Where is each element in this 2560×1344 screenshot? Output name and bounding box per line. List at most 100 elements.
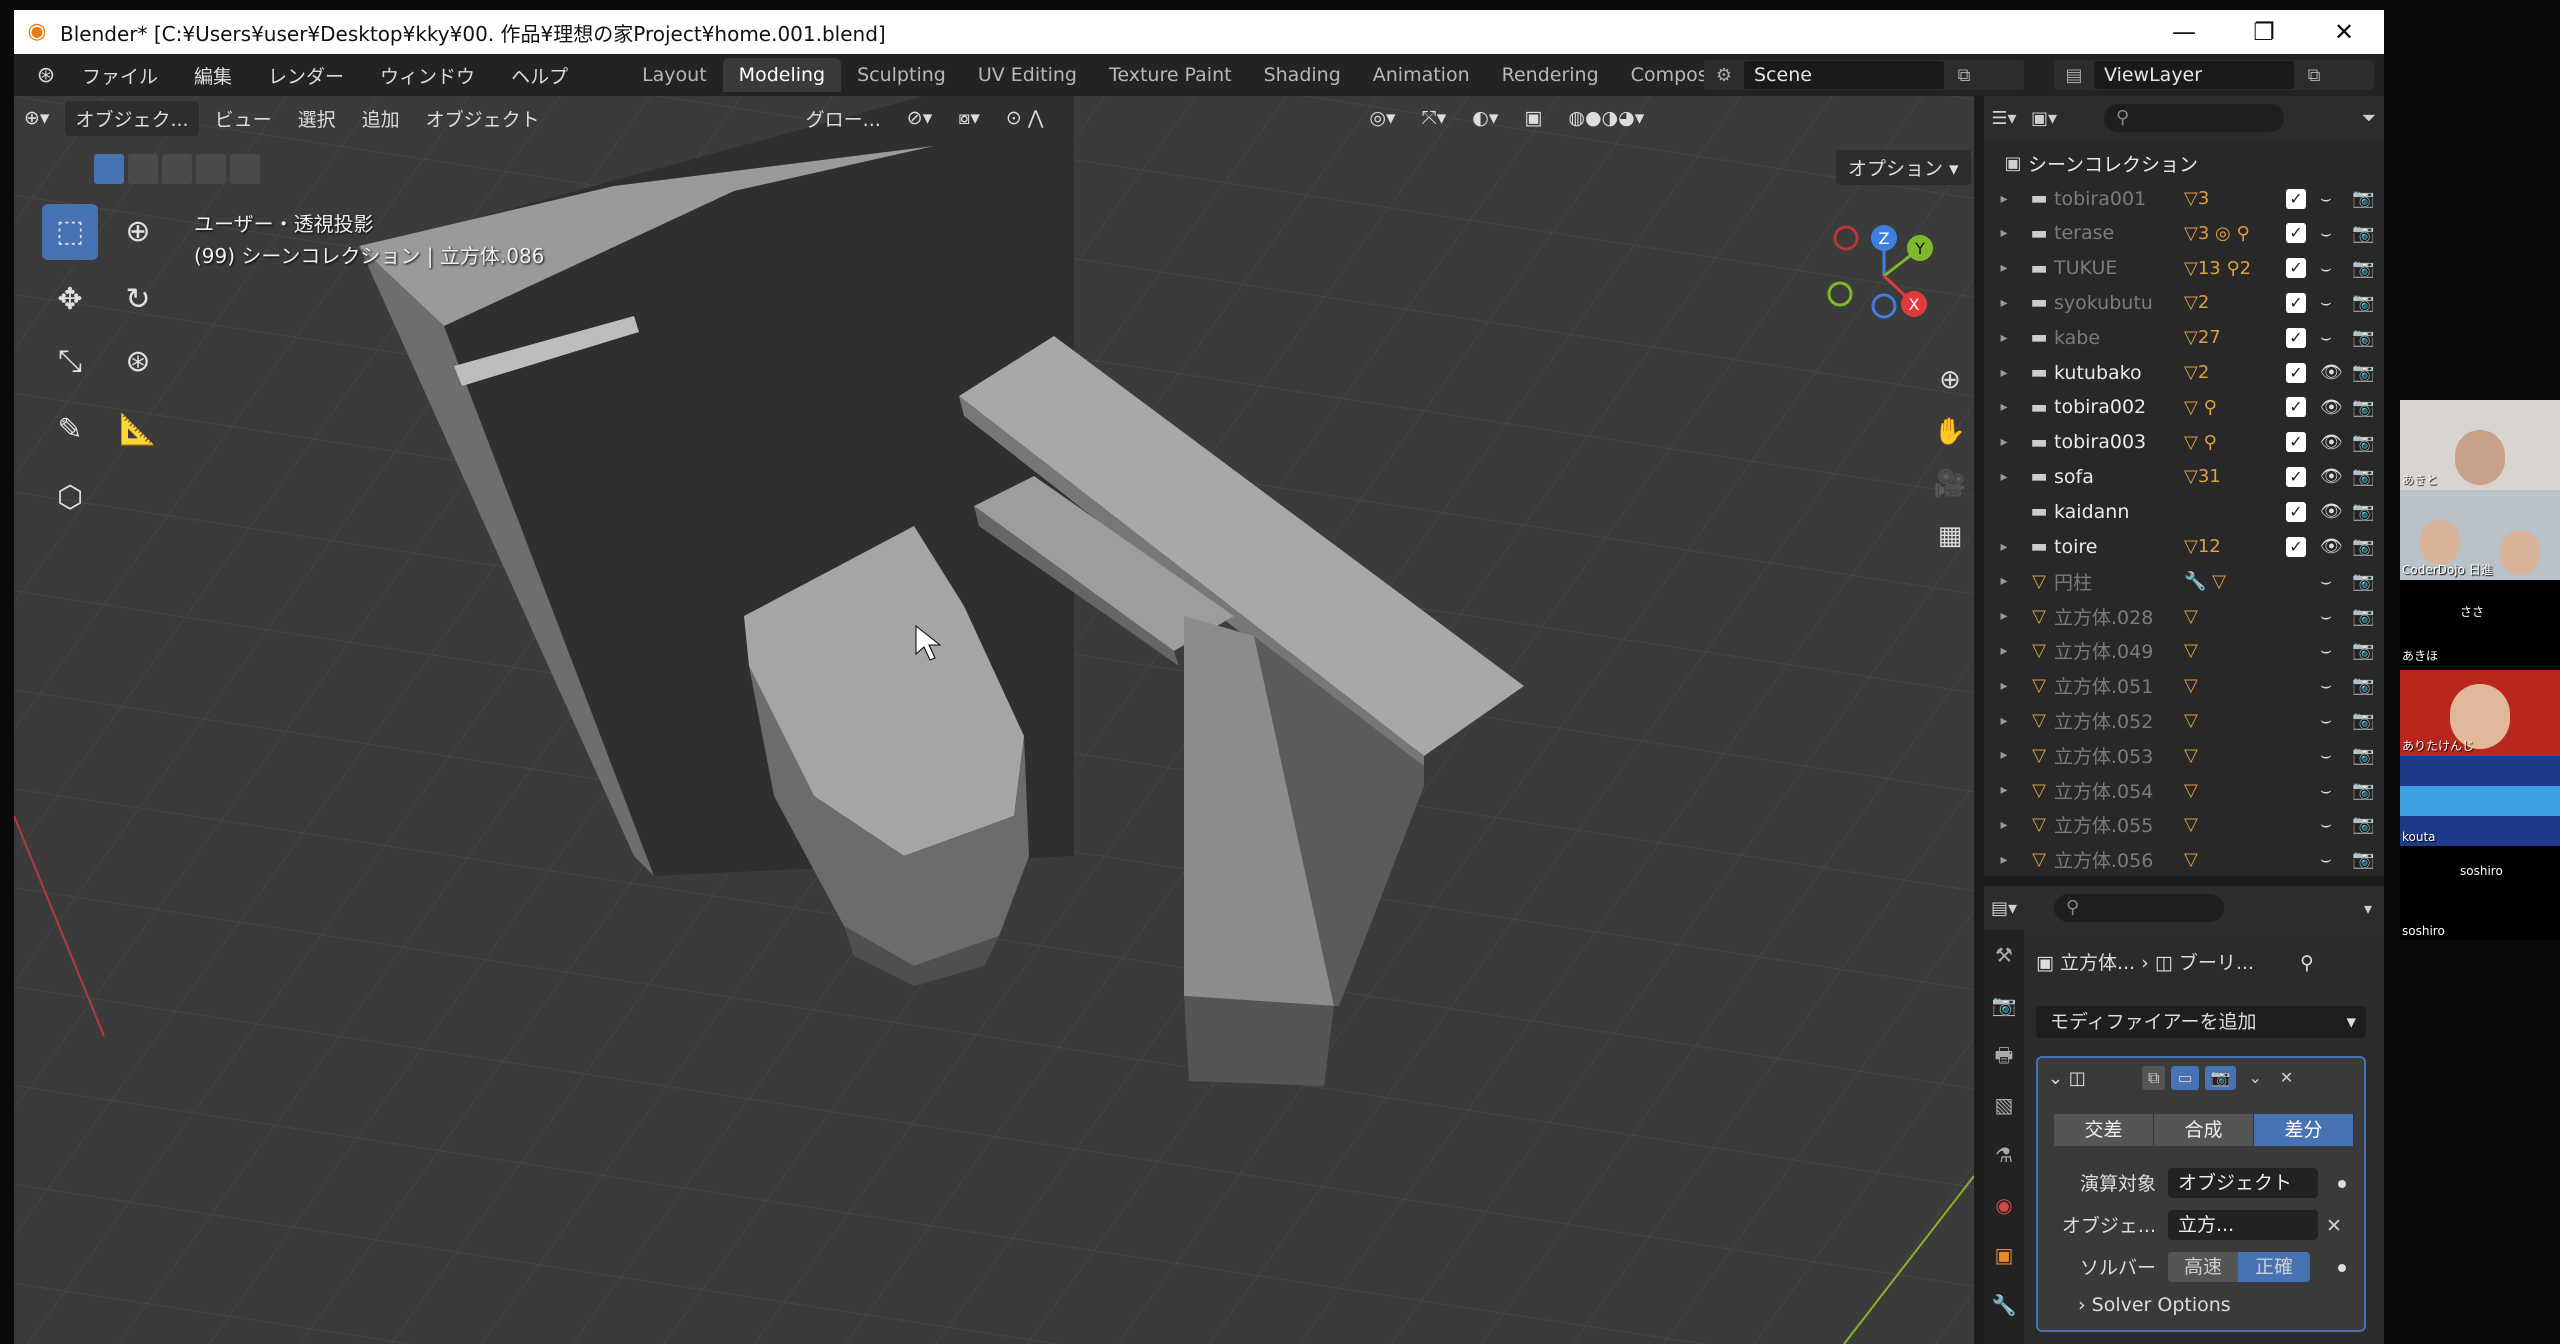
output-tab-icon[interactable]: 🖶: [1984, 1030, 2024, 1080]
eye-closed-icon[interactable]: ⌣: [2320, 327, 2332, 348]
tab-rendering[interactable]: Rendering: [1486, 58, 1615, 92]
menu-object[interactable]: オブジェクト: [416, 101, 550, 136]
filter-icon[interactable]: ⏷: [2362, 108, 2376, 129]
menu-add[interactable]: 追加: [352, 101, 410, 136]
expand-arrow-icon[interactable]: ▸: [1984, 747, 2024, 763]
outliner-item[interactable]: ▸ ▬ tobira002 ▽ ⚲ ✓ 👁 📷: [1984, 390, 2384, 425]
menu-render[interactable]: レンダー: [250, 62, 362, 89]
view-layer-selector[interactable]: ▤ ViewLayer ⧉: [2054, 60, 2374, 90]
new-scene-icon[interactable]: ⧉: [1944, 65, 1984, 86]
menu-select[interactable]: 選択: [288, 101, 346, 136]
properties-options-icon[interactable]: ▾: [2364, 899, 2372, 918]
expand-arrow-icon[interactable]: ▸: [1984, 365, 2024, 381]
camera-icon[interactable]: 📷: [2352, 362, 2374, 383]
outliner-item-name[interactable]: terase: [2054, 222, 2184, 244]
tab-uv-editing[interactable]: UV Editing: [962, 58, 1093, 92]
pin-icon[interactable]: ⚲: [2300, 952, 2314, 974]
participant-tile[interactable]: ありたけんじ: [2400, 670, 2560, 756]
overlay-toggle-icon[interactable]: ◐▾: [1462, 103, 1508, 133]
expand-arrow-icon[interactable]: ▸: [1984, 678, 2024, 694]
eye-icon[interactable]: 👁: [2320, 501, 2343, 522]
solver-options-subpanel[interactable]: › Solver Options: [2078, 1294, 2231, 1316]
modifier-menu-icon[interactable]: ⌄: [2242, 1066, 2267, 1090]
expand-arrow-icon[interactable]: ▸: [1984, 782, 2024, 798]
eye-closed-icon[interactable]: ⌣: [2320, 223, 2332, 244]
eye-closed-icon[interactable]: ⌣: [2320, 814, 2332, 835]
select-subtract-icon[interactable]: [162, 154, 192, 184]
close-button[interactable]: ✕: [2304, 18, 2384, 46]
eye-closed-icon[interactable]: ⌣: [2320, 258, 2332, 279]
expand-arrow-icon[interactable]: ▸: [1984, 573, 2024, 589]
add-modifier-dropdown[interactable]: モディファイアーを追加 ▾: [2036, 1006, 2366, 1038]
tab-animation[interactable]: Animation: [1357, 58, 1486, 92]
expand-arrow-icon[interactable]: ▸: [1984, 713, 2024, 729]
pivot-icon[interactable]: ⊘▾: [897, 103, 942, 133]
select-intersect-icon[interactable]: [230, 154, 260, 184]
camera-icon[interactable]: 📷: [2352, 710, 2374, 731]
camera-icon[interactable]: 📷: [2352, 745, 2374, 766]
eye-closed-icon[interactable]: ⌣: [2320, 745, 2332, 766]
new-view-layer-icon[interactable]: ⧉: [2294, 65, 2334, 86]
outliner-item-name[interactable]: kabe: [2054, 327, 2184, 349]
outliner-item[interactable]: ▸ ▽ 立方体.054 ▽ ⌣ 📷: [1984, 773, 2384, 808]
editor-type-icon[interactable]: ⊕▾: [14, 103, 59, 133]
eye-closed-icon[interactable]: ⌣: [2320, 710, 2332, 731]
operand-type-dropdown[interactable]: オブジェクト: [2168, 1168, 2318, 1198]
op-difference-button[interactable]: 差分: [2254, 1114, 2354, 1146]
properties-editor-icon[interactable]: ▤▾: [1984, 898, 2024, 919]
menu-file[interactable]: ファイル: [64, 62, 176, 89]
solver-keyframe-dot[interactable]: [2338, 1264, 2346, 1272]
shading-modes-icon[interactable]: ◍●◑◕▾: [1558, 103, 1654, 133]
pan-hand-icon[interactable]: ✋: [1928, 410, 1972, 454]
solver-exact-button[interactable]: 正確: [2238, 1252, 2310, 1282]
outliner-item-name[interactable]: sofa: [2054, 466, 2184, 488]
transform-tool-icon[interactable]: ⊛: [110, 334, 166, 390]
eye-icon[interactable]: 👁: [2320, 397, 2343, 418]
expand-arrow-icon[interactable]: ▸: [1984, 852, 2024, 868]
expand-arrow-icon[interactable]: ▸: [1984, 608, 2024, 624]
participant-tile[interactable]: kouta: [2400, 756, 2560, 846]
participant-tile[interactable]: あきと: [2400, 400, 2560, 490]
exclude-checkbox[interactable]: ✓: [2286, 432, 2306, 453]
world-tab-icon[interactable]: ◉: [1984, 1180, 2024, 1230]
op-intersect-button[interactable]: 交差: [2054, 1114, 2154, 1146]
tab-layout[interactable]: Layout: [626, 58, 723, 92]
outliner-item[interactable]: ▸ ▬ sofa ▽31 ✓ 👁 📷: [1984, 459, 2384, 494]
visibility-icon[interactable]: ◎▾: [1359, 103, 1405, 133]
scene-tab-icon[interactable]: ⚗: [1984, 1130, 2024, 1180]
exclude-checkbox[interactable]: ✓: [2286, 327, 2306, 348]
participant-tile[interactable]: soshiro: [2400, 850, 2560, 900]
gizmo-neg-x-handle[interactable]: [1833, 225, 1859, 251]
camera-icon[interactable]: 📷: [2352, 571, 2374, 592]
outliner-item[interactable]: ▸ ▬ TUKUE ▽13 ⚲2 ✓ ⌣ 📷: [1984, 251, 2384, 286]
outliner-item[interactable]: ▬ kaidann ✓ 👁 📷: [1984, 494, 2384, 529]
rotate-tool-icon[interactable]: ↻: [110, 272, 166, 328]
menu-edit[interactable]: 編集: [176, 62, 250, 89]
expand-arrow-icon[interactable]: ▸: [1984, 434, 2024, 450]
camera-icon[interactable]: 📷: [2352, 501, 2374, 522]
outliner-item[interactable]: ▸ ▬ kabe ▽27 ✓ ⌣ 📷: [1984, 320, 2384, 355]
menu-view[interactable]: ビュー: [205, 101, 282, 136]
clear-object-icon[interactable]: ✕: [2326, 1210, 2342, 1242]
options-dropdown[interactable]: オプション ▾: [1836, 150, 1971, 185]
outliner-search-input[interactable]: ⚲: [2104, 104, 2284, 132]
render-tab-icon[interactable]: 📷: [1984, 980, 2024, 1030]
gizmo-neg-z-handle[interactable]: [1871, 293, 1897, 319]
exclude-checkbox[interactable]: ✓: [2286, 258, 2306, 279]
outliner-item[interactable]: ▸ ▽ 立方体.049 ▽ ⌣ 📷: [1984, 633, 2384, 668]
outliner-item-name[interactable]: 立方体.056: [2054, 846, 2184, 873]
tab-texture-paint[interactable]: Texture Paint: [1093, 58, 1248, 92]
eye-closed-icon[interactable]: ⌣: [2320, 675, 2332, 696]
expand-arrow-icon[interactable]: ▸: [1984, 260, 2024, 276]
mode-dropdown[interactable]: オブジェク...: [65, 100, 199, 136]
navigation-gizmo[interactable]: Z Y X: [1824, 216, 1944, 336]
remove-modifier-icon[interactable]: ✕: [2274, 1066, 2299, 1090]
object-tab-icon[interactable]: ▣: [1984, 1230, 2024, 1280]
camera-icon[interactable]: 📷: [2352, 849, 2374, 870]
camera-icon[interactable]: 📷: [2352, 640, 2374, 661]
exclude-checkbox[interactable]: ✓: [2286, 466, 2306, 487]
solver-fast-button[interactable]: 高速: [2168, 1252, 2238, 1282]
modifier-tab-icon[interactable]: 🔧: [1984, 1280, 2024, 1330]
outliner-item[interactable]: ▸ ▬ tobira001 ▽3 ✓ ⌣ 📷: [1984, 181, 2384, 216]
outliner-item-name[interactable]: 立方体.055: [2054, 811, 2184, 838]
